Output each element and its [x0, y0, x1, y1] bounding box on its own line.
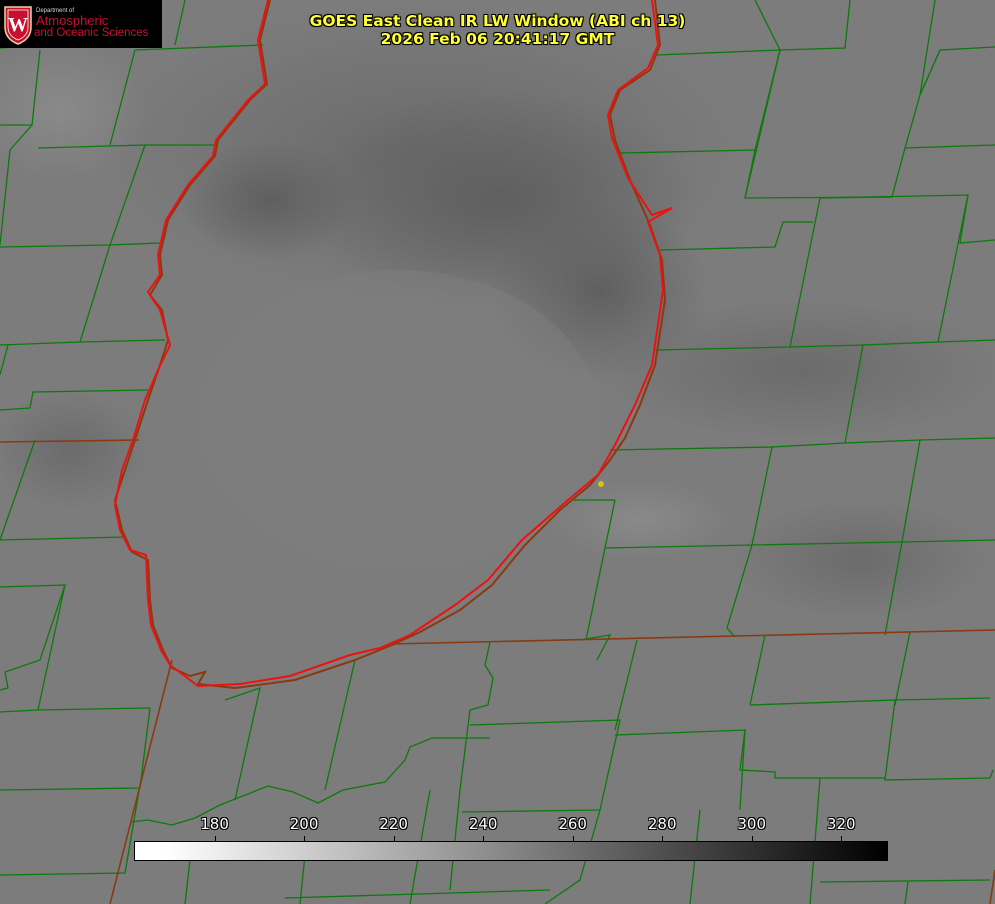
colorbar-tick-label: 260: [558, 815, 587, 833]
colorbar-tick-label: 280: [647, 815, 677, 833]
cloud-texture: [0, 0, 995, 620]
colorbar-tick-label: 300: [737, 815, 767, 833]
station-marker: [598, 481, 604, 487]
satellite-map: [0, 0, 995, 904]
colorbar-tick-mark: [572, 836, 574, 842]
colorbar-tick-label: 240: [468, 815, 498, 833]
colorbar-tick-mark: [841, 836, 843, 842]
colorbar-tick-mark: [483, 836, 485, 842]
colorbar-tick-mark: [662, 836, 664, 842]
colorbar-tick-label: 200: [289, 815, 319, 833]
colorbar-tick-mark: [304, 836, 306, 842]
colorbar-tick-label: 220: [379, 815, 408, 833]
image-title: GOES East Clean IR LW Window (ABI ch 13): [309, 12, 686, 30]
colorbar-tick-mark: [393, 836, 395, 842]
image-timestamp: 2026 Feb 06 20:41:17 GMT: [380, 30, 615, 48]
colorbar-tick-mark: [214, 836, 216, 842]
colorbar-tick-label: 180: [200, 815, 229, 833]
colorbar-tick-mark: [751, 836, 753, 842]
colorbar-gradient: [134, 841, 888, 861]
colorbar-tick-label: 320: [826, 815, 856, 833]
